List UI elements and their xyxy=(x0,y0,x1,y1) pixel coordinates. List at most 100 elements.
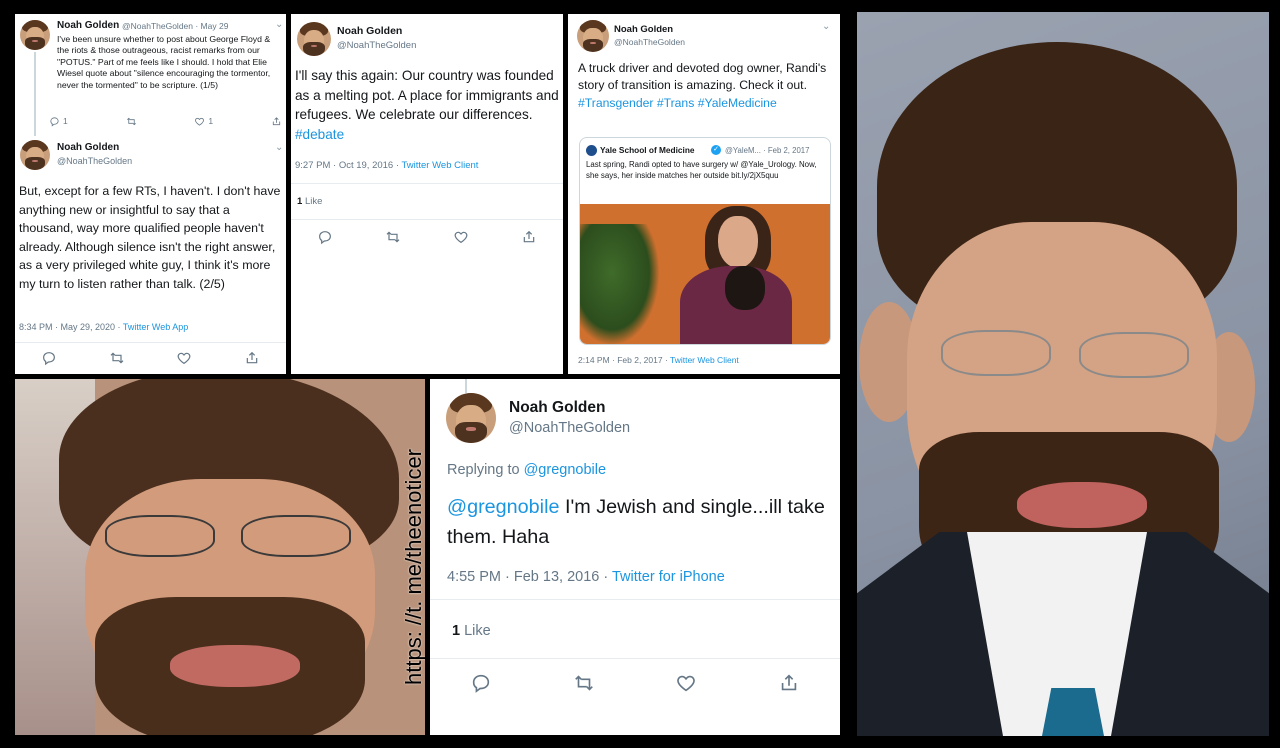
photo-glasses xyxy=(1079,332,1189,378)
reply-count: 1 xyxy=(63,116,68,126)
tweet-client[interactable]: Twitter Web Client xyxy=(670,355,739,365)
verified-icon: ✓ xyxy=(711,145,721,155)
likes-stat[interactable]: 1 Like xyxy=(297,196,322,207)
retweet-icon[interactable] xyxy=(126,116,137,127)
author-handle-date[interactable]: @NoahTheGolden · May 29 xyxy=(122,21,228,31)
avatar[interactable] xyxy=(20,140,50,170)
tweet-yale-panel: Noah Golden @NoahTheGolden ⌄ A truck dri… xyxy=(568,14,840,374)
tweet-melting-pot-panel: Noah Golden @NoahTheGolden I'll say this… xyxy=(291,14,563,374)
hashtag-link[interactable]: #YaleMedicine xyxy=(698,96,777,110)
tweet-text-main: A truck driver and devoted dog owner, Ra… xyxy=(578,61,827,93)
tweet-actions xyxy=(291,229,563,245)
tweet-client[interactable]: Twitter Web Client xyxy=(402,160,479,171)
portrait-photo-smiling: https: //t. me/theenoticer xyxy=(15,379,425,735)
tweet-timestamp: 4:55 PM · Feb 13, 2016 · Twitter for iPh… xyxy=(447,569,725,585)
avatar[interactable] xyxy=(446,393,496,443)
author-name[interactable]: Noah Golden xyxy=(614,24,673,35)
reply-icon[interactable] xyxy=(317,229,333,245)
tweet-time: 8:34 PM · May 29, 2020 · xyxy=(19,322,123,332)
portrait-photo-suit xyxy=(857,12,1269,736)
like-icon[interactable] xyxy=(453,229,469,245)
retweet-icon[interactable] xyxy=(573,672,595,694)
tweet-timestamp: 2:14 PM · Feb 2, 2017 · Twitter Web Clie… xyxy=(578,355,739,365)
author-name[interactable]: Noah Golden xyxy=(509,399,605,417)
share-icon[interactable] xyxy=(521,229,537,245)
author-handle[interactable]: @NoahTheGolden xyxy=(614,37,685,47)
share-icon[interactable] xyxy=(244,350,260,366)
retweet-icon[interactable] xyxy=(385,229,401,245)
hashtag-link[interactable]: #debate xyxy=(295,127,344,142)
quote-image[interactable] xyxy=(580,204,830,344)
likes-label: Like xyxy=(464,623,491,639)
tweet-client[interactable]: Twitter for iPhone xyxy=(612,569,725,585)
tweet-client[interactable]: Twitter Web App xyxy=(123,322,188,332)
tweet-text-main: I'll say this again: Our country was fou… xyxy=(295,68,559,123)
like-icon[interactable] xyxy=(675,672,697,694)
chevron-down-icon[interactable]: ⌄ xyxy=(275,142,283,153)
hashtag-link[interactable]: #Transgender xyxy=(578,96,653,110)
retweet-icon[interactable] xyxy=(109,350,125,366)
photo-glasses xyxy=(105,515,215,557)
author-name[interactable]: Noah Golden xyxy=(57,20,119,31)
quote-text: Last spring, Randi opted to have surgery… xyxy=(586,160,817,181)
tweet-actions xyxy=(15,350,286,366)
divider xyxy=(430,599,840,600)
quote-avatar xyxy=(586,145,597,156)
reply-icon[interactable] xyxy=(470,672,492,694)
author-name[interactable]: Noah Golden xyxy=(337,25,402,37)
avatar[interactable] xyxy=(297,22,331,56)
tweet-time: 4:55 PM · Feb 13, 2016 · xyxy=(447,569,612,585)
share-icon[interactable] xyxy=(271,116,282,127)
hashtag-link[interactable]: #Trans xyxy=(657,96,694,110)
thread-connector xyxy=(34,52,36,136)
likes-number: 1 xyxy=(297,196,303,207)
author-name[interactable]: Noah Golden xyxy=(57,142,119,153)
reply-icon[interactable] xyxy=(41,350,57,366)
replying-to: Replying to @gregnobile xyxy=(447,462,606,478)
author-handle[interactable]: @NoahTheGolden xyxy=(57,156,132,166)
quote-author-name: Yale School of Medicine xyxy=(600,145,695,155)
photo-mouth xyxy=(1017,482,1147,528)
tweet-reply-panel: Noah Golden @NoahTheGolden Replying to @… xyxy=(430,379,840,735)
dog xyxy=(725,266,765,310)
share-icon[interactable] xyxy=(778,672,800,694)
tweet-text: I've been unsure whether to post about G… xyxy=(57,34,271,90)
avatar[interactable] xyxy=(20,20,50,50)
tweet-actions xyxy=(430,672,840,694)
mention-link[interactable]: @gregnobile xyxy=(447,496,559,518)
like-count: 1 xyxy=(208,116,214,126)
reply-icon[interactable] xyxy=(49,116,60,127)
chevron-down-icon[interactable]: ⌄ xyxy=(822,21,830,32)
tweet-thread-panel: Noah Golden @NoahTheGolden · May 29 ⌄ I'… xyxy=(15,14,286,374)
watermark-text: https: //t. me/theenoticer xyxy=(401,448,425,685)
author-handle[interactable]: @NoahTheGolden xyxy=(509,420,630,436)
plant-leaves xyxy=(580,224,660,344)
tweet-text: But, except for a few RTs, I haven't. I … xyxy=(19,184,281,291)
person-face xyxy=(718,216,758,268)
replying-label: Replying to xyxy=(447,462,524,478)
tweet-text: @gregnobile I'm Jewish and single...ill … xyxy=(447,492,837,552)
chevron-down-icon[interactable]: ⌄ xyxy=(275,19,283,30)
replying-to-link[interactable]: @gregnobile xyxy=(524,462,606,478)
divider xyxy=(15,342,286,343)
likes-number: 1 xyxy=(452,623,461,639)
tweet-time: 9:27 PM · Oct 19, 2016 · xyxy=(295,160,402,171)
quoted-tweet[interactable]: Yale School of Medicine ✓ @YaleM... · Fe… xyxy=(579,137,831,345)
author-handle[interactable]: @NoahTheGolden xyxy=(337,40,416,51)
tweet-text: A truck driver and devoted dog owner, Ra… xyxy=(578,60,833,112)
quote-handle-date: @YaleM... · Feb 2, 2017 xyxy=(725,146,810,155)
likes-label: Like xyxy=(304,196,323,207)
photo-glasses xyxy=(241,515,351,557)
divider xyxy=(291,219,563,220)
tweet-time: 2:14 PM · Feb 2, 2017 · xyxy=(578,355,670,365)
tweet-text: I'll say this again: Our country was fou… xyxy=(295,66,561,144)
tweet-actions: 1 1 xyxy=(49,114,286,128)
like-icon[interactable] xyxy=(176,350,192,366)
tweet-timestamp: 9:27 PM · Oct 19, 2016 · Twitter Web Cli… xyxy=(295,160,478,171)
tweet-timestamp: 8:34 PM · May 29, 2020 · Twitter Web App xyxy=(19,322,188,332)
photo-glasses xyxy=(941,330,1051,376)
avatar[interactable] xyxy=(577,20,609,52)
photo-tie xyxy=(1042,688,1104,736)
like-icon[interactable] xyxy=(194,116,205,127)
likes-stat[interactable]: 1 Like xyxy=(452,623,491,639)
